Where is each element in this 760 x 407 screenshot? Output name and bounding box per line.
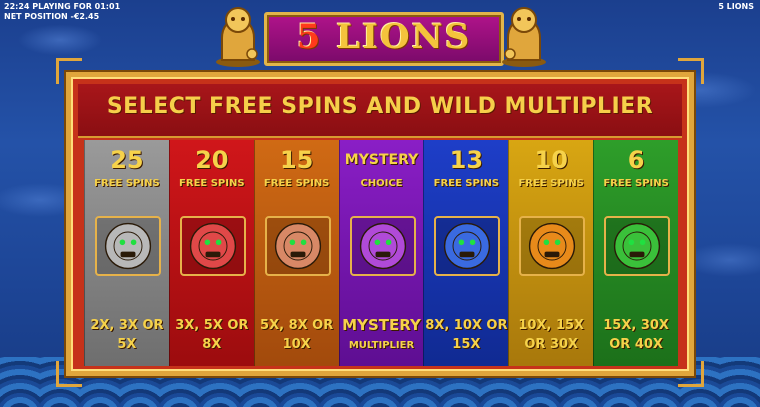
- lion-face-icon: [274, 222, 321, 270]
- spin-count: MYSTERY: [344, 152, 419, 168]
- spin-label: FREE SPINS: [179, 178, 245, 189]
- lion-face-icon: [614, 222, 661, 270]
- lion-head-icon: [604, 216, 671, 276]
- lion-face-icon: [359, 222, 406, 270]
- golden-lion-statue-icon: [502, 7, 546, 67]
- golden-lion-statue-icon: [216, 7, 260, 67]
- lion-face-icon: [189, 222, 236, 270]
- lion-head-icon: [95, 216, 161, 276]
- game-logo: 5 LIONS: [208, 4, 554, 68]
- logo-plate: 5 LIONS: [264, 12, 504, 66]
- multiplier-text: 8X, 10X OR 15X: [425, 318, 508, 352]
- spin-label: FREE SPINS: [603, 178, 669, 189]
- spin-label: CHOICE: [360, 178, 403, 189]
- session-status: 22:24 PLAYING FOR 01:01 NET POSITION -€2…: [4, 2, 120, 22]
- spin-count: 25: [110, 146, 144, 174]
- option-panel-blue[interactable]: 13 FREE SPINS 8X, 10X OR 15X: [423, 140, 509, 366]
- spin-label: FREE SPINS: [263, 178, 330, 189]
- multiplier-text: MYSTERY: [342, 316, 421, 334]
- lion-face-icon: [444, 222, 491, 270]
- option-panel-red[interactable]: 20 FREE SPINS 3X, 5X OR 8X: [168, 140, 254, 366]
- multiplier-subtext: MULTIPLIER: [348, 340, 415, 351]
- multiplier-text: 5X, 8X OR 10X: [260, 318, 334, 352]
- lion-head-icon: [349, 216, 416, 276]
- multiplier-text: 3X, 5X OR 8X: [175, 318, 249, 352]
- option-panel-orange[interactable]: 15 FREE SPINS 5X, 8X OR 10X: [253, 140, 339, 366]
- lion-face-icon: [104, 222, 152, 270]
- logo-five: 5: [296, 17, 323, 57]
- spin-count: 10: [534, 146, 568, 174]
- multiplier-text: 10X, 15X OR 30X: [518, 318, 585, 352]
- lion-face-icon: [529, 222, 576, 270]
- free-spins-options: 25 FREE SPINS 2X, 3X OR 5X 20 FREE SPINS 3X, …: [84, 140, 679, 366]
- lion-head-icon: [519, 216, 586, 276]
- multiplier-text: 15X, 30X OR 40X: [603, 318, 669, 352]
- option-panel-mystery[interactable]: MYSTERY CHOICE MYSTERY MULTIPLIER: [338, 140, 424, 366]
- spin-count: 15: [279, 146, 314, 174]
- lion-head-icon: [434, 216, 501, 276]
- selection-header: SELECT FREE SPINS AND WILD MULTIPLIER: [78, 84, 682, 138]
- spin-label: FREE SPINS: [94, 178, 160, 189]
- game-name-label: 5 LIONS: [718, 2, 754, 11]
- option-panel-green[interactable]: 6 FREE SPINS 15X, 30X OR 40X: [593, 140, 679, 366]
- option-panel-yellow[interactable]: 10 FREE SPINS 10X, 15X OR 30X: [508, 140, 594, 366]
- lion-head-icon: [264, 216, 331, 276]
- spin-count: 13: [449, 146, 484, 174]
- net-position: NET POSITION -€2.45: [4, 12, 100, 21]
- clock-playtime: 22:24 PLAYING FOR 01:01: [4, 2, 121, 11]
- lion-head-icon: [179, 216, 246, 276]
- spin-count: 6: [627, 146, 645, 174]
- logo-word: LIONS: [336, 17, 472, 57]
- selection-title: SELECT FREE SPINS AND WILD MULTIPLIER: [106, 94, 654, 119]
- logo-title: 5 LIONS: [267, 17, 501, 57]
- multiplier-text: 2X, 3X OR 5X: [90, 318, 164, 352]
- spin-label: FREE SPINS: [518, 178, 584, 189]
- spin-count: 20: [195, 146, 229, 174]
- spin-label: FREE SPINS: [433, 178, 500, 189]
- option-panel-grey[interactable]: 25 FREE SPINS 2X, 3X OR 5X: [84, 140, 169, 366]
